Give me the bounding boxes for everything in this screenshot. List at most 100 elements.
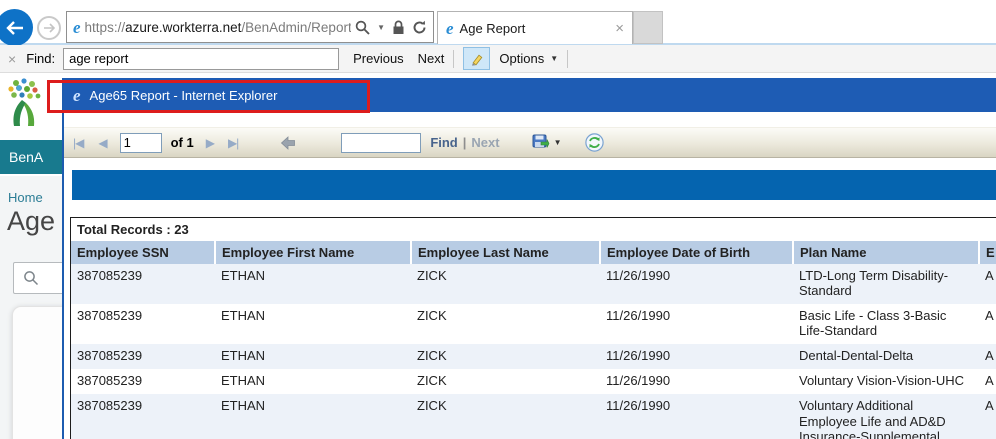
search-caret-icon[interactable]: ▼ [377,23,385,32]
ie-icon: e [73,87,81,104]
highlight-all-button[interactable] [463,47,490,70]
column-header: E [979,241,996,264]
search-icon[interactable] [355,20,370,35]
previous-page-button[interactable]: ◀ [98,136,106,150]
popup-title: Age65 Report - Internet Explorer [90,88,278,103]
chevron-down-icon: ▼ [550,54,558,63]
find-previous-button[interactable]: Previous [353,51,404,66]
cell-status: A [979,369,996,394]
refresh-icon[interactable] [412,20,427,35]
tab-age-report[interactable]: e Age Report × [437,11,633,44]
cell-dob: 11/26/1990 [600,264,793,304]
page-count-label: of 1 [171,135,194,150]
table-row: 387085239 ETHAN ZICK 11/26/1990 Voluntar… [71,369,996,394]
table-row: 387085239 ETHAN ZICK 11/26/1990 Voluntar… [71,394,996,439]
cell-ssn: 387085239 [71,264,215,304]
address-bar-icons: ▼ [355,20,427,35]
back-arrow-icon [6,21,24,35]
back-button[interactable] [0,9,33,46]
page-number-input[interactable] [120,133,162,153]
cell-first-name: ETHAN [215,344,411,369]
refresh-icon [585,133,604,152]
url-text: https://azure.workterra.net/BenAdmin/Rep… [85,20,352,35]
table-row: 387085239 ETHAN ZICK 11/26/1990 Basic Li… [71,304,996,344]
last-page-button[interactable]: ▶| [228,136,238,150]
first-page-button[interactable]: |◀ [73,136,83,150]
report-header-band [72,170,996,200]
forward-arrow-icon [43,23,55,33]
find-label: Find: [26,51,55,66]
cell-dob: 11/26/1990 [600,369,793,394]
screenshot-root: e https://azure.workterra.net/BenAdmin/R… [0,0,996,439]
table-row: 387085239 ETHAN ZICK 11/26/1990 LTD-Long… [71,264,996,304]
find-next-button[interactable]: Next [418,51,445,66]
popup-window: e Age65 Report - Internet Explorer |◀ ◀ … [62,78,996,439]
cell-last-name: ZICK [411,394,600,439]
ie-icon: e [446,20,454,37]
cell-last-name: ZICK [411,344,600,369]
cell-dob: 11/26/1990 [600,394,793,439]
cell-plan-name: LTD-Long Term Disability-Standard [793,264,979,304]
next-page-button[interactable]: ▶ [206,136,214,150]
cell-ssn: 387085239 [71,369,215,394]
report-find-button[interactable]: Find [430,135,457,150]
cell-status: A [979,394,996,439]
report-search-input[interactable] [341,133,421,153]
new-tab-button[interactable] [633,11,663,44]
chevron-down-icon: ▼ [554,138,562,147]
total-records-label: Total Records : 23 [71,218,996,241]
divider [453,50,454,68]
cell-ssn: 387085239 [71,394,215,439]
url-path: /BenAdmin/Report/Rep [241,20,351,35]
cell-last-name: ZICK [411,369,600,394]
highlighter-icon [470,52,484,66]
search-icon [23,270,39,286]
export-disk-icon [532,134,550,151]
cell-dob: 11/26/1990 [600,344,793,369]
report-find-next-button[interactable]: Next [471,135,499,150]
column-header: Employee Date of Birth [600,241,793,264]
browser-chrome: e https://azure.workterra.net/BenAdmin/R… [0,0,996,45]
popup-titlebar[interactable]: e Age65 Report - Internet Explorer [64,78,996,112]
url-host: azure.workterra.net [125,20,241,35]
cell-plan-name: Dental-Dental-Delta [793,344,979,369]
table-header-row: Employee SSNEmployee First NameEmployee … [71,241,996,264]
report-refresh-button[interactable] [585,133,604,152]
page-title: Age [7,206,55,237]
lock-icon [392,20,405,35]
forward-button[interactable] [37,16,61,40]
export-button[interactable]: ▼ [532,134,562,151]
cell-plan-name: Voluntary Additional Employee Life and A… [793,394,979,439]
cell-first-name: ETHAN [215,264,411,304]
divider: | [463,135,467,150]
address-bar[interactable]: e https://azure.workterra.net/BenAdmin/R… [66,11,434,43]
url-protocol: https:// [85,20,126,35]
column-header: Employee SSN [71,241,215,264]
report-viewer-toolbar: |◀ ◀ of 1 ▶ ▶| Find | Next [64,127,996,158]
find-close-icon[interactable]: × [8,51,16,67]
sidebar-nav-benadmin[interactable]: BenA [0,140,70,174]
column-header: Employee First Name [215,241,411,264]
cell-first-name: ETHAN [215,304,411,344]
find-options-button[interactable]: Options ▼ [499,51,558,66]
cell-status: A [979,344,996,369]
cell-last-name: ZICK [411,264,600,304]
ie-icon: e [73,19,81,36]
cell-last-name: ZICK [411,304,600,344]
tab-close-icon[interactable]: × [615,21,624,36]
cell-plan-name: Voluntary Vision-Vision-UHC [793,369,979,394]
options-label: Options [499,51,544,66]
cell-status: A [979,304,996,344]
parent-report-button[interactable] [280,135,296,151]
find-input[interactable] [63,48,339,70]
table-row: 387085239 ETHAN ZICK 11/26/1990 Dental-D… [71,344,996,369]
report-table: Total Records : 23 Employee SSNEmployee … [70,217,996,439]
breadcrumb[interactable]: Home [8,190,43,205]
tab-title: Age Report [460,21,610,36]
workterra-logo [2,76,50,128]
cell-plan-name: Basic Life - Class 3-Basic Life-Standard [793,304,979,344]
divider [567,50,568,68]
cell-status: A [979,264,996,304]
column-header: Plan Name [793,241,979,264]
column-header: Employee Last Name [411,241,600,264]
